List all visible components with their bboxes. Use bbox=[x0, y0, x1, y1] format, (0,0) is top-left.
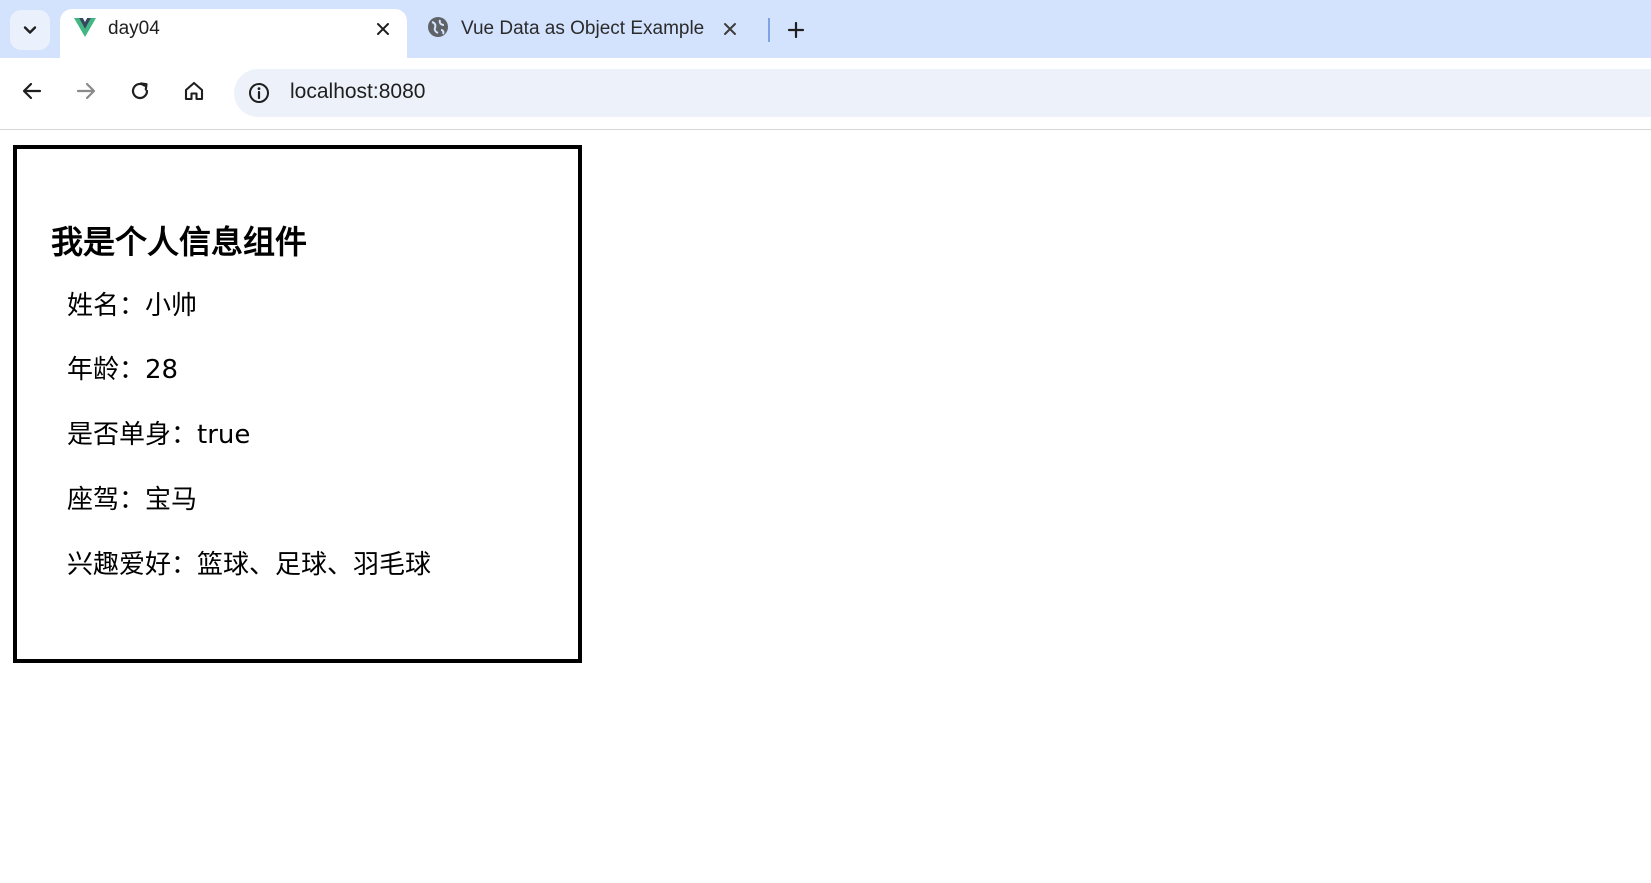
field-label: 是否单身： bbox=[67, 420, 198, 450]
chevron-down-icon bbox=[23, 26, 37, 34]
info-icon[interactable] bbox=[248, 82, 270, 104]
tab-title: Vue Data as Object Example bbox=[461, 18, 705, 39]
reload-button[interactable] bbox=[124, 75, 156, 107]
forward-button[interactable] bbox=[70, 75, 102, 107]
close-tab-icon[interactable] bbox=[718, 17, 742, 41]
reload-icon bbox=[131, 82, 149, 100]
vue-logo-icon bbox=[74, 16, 96, 38]
field-name: 姓名：小帅 bbox=[67, 285, 197, 322]
arrow-right-icon bbox=[76, 82, 96, 100]
url-text: localhost:8080 bbox=[290, 80, 426, 103]
plus-icon bbox=[787, 21, 805, 39]
component-title: 我是个人信息组件 bbox=[51, 223, 308, 261]
field-value: 小帅 bbox=[145, 291, 198, 321]
field-value: 宝马 bbox=[145, 485, 198, 515]
tab-strip: day04 Vue Data as Object Example bbox=[0, 0, 1651, 58]
new-tab-button[interactable] bbox=[781, 15, 811, 45]
field-label: 年龄： bbox=[67, 355, 146, 385]
tab-separator bbox=[768, 18, 770, 42]
personal-info-card: 我是个人信息组件 姓名：小帅 年龄：28 是否单身：true 座驾：宝马 兴趣爱… bbox=[13, 145, 582, 663]
page-content: 我是个人信息组件 姓名：小帅 年龄：28 是否单身：true 座驾：宝马 兴趣爱… bbox=[0, 130, 1651, 883]
close-tab-icon[interactable] bbox=[371, 17, 395, 41]
home-button[interactable] bbox=[178, 75, 210, 107]
field-value: 篮球、足球、羽毛球 bbox=[197, 550, 432, 580]
arrow-left-icon bbox=[22, 82, 42, 100]
field-value: 28 bbox=[145, 355, 179, 385]
field-single: 是否单身：true bbox=[67, 414, 250, 451]
field-age: 年龄：28 bbox=[67, 349, 178, 386]
field-hobbies: 兴趣爱好：篮球、足球、羽毛球 bbox=[67, 544, 431, 581]
tab-search-button[interactable] bbox=[10, 10, 50, 50]
globe-icon bbox=[427, 16, 449, 38]
back-button[interactable] bbox=[16, 75, 48, 107]
field-car: 座驾：宝马 bbox=[67, 479, 197, 516]
address-bar[interactable]: localhost:8080 bbox=[234, 69, 1651, 117]
tab-vue-data-example[interactable]: Vue Data as Object Example bbox=[413, 9, 758, 58]
tab-title: day04 bbox=[108, 18, 160, 39]
home-icon bbox=[184, 81, 204, 101]
field-label: 兴趣爱好： bbox=[67, 550, 198, 580]
tab-day04[interactable]: day04 bbox=[60, 9, 407, 58]
field-label: 座驾： bbox=[67, 485, 146, 515]
browser-toolbar: localhost:8080 bbox=[0, 58, 1651, 130]
field-value: true bbox=[197, 420, 251, 450]
field-label: 姓名： bbox=[67, 291, 146, 321]
